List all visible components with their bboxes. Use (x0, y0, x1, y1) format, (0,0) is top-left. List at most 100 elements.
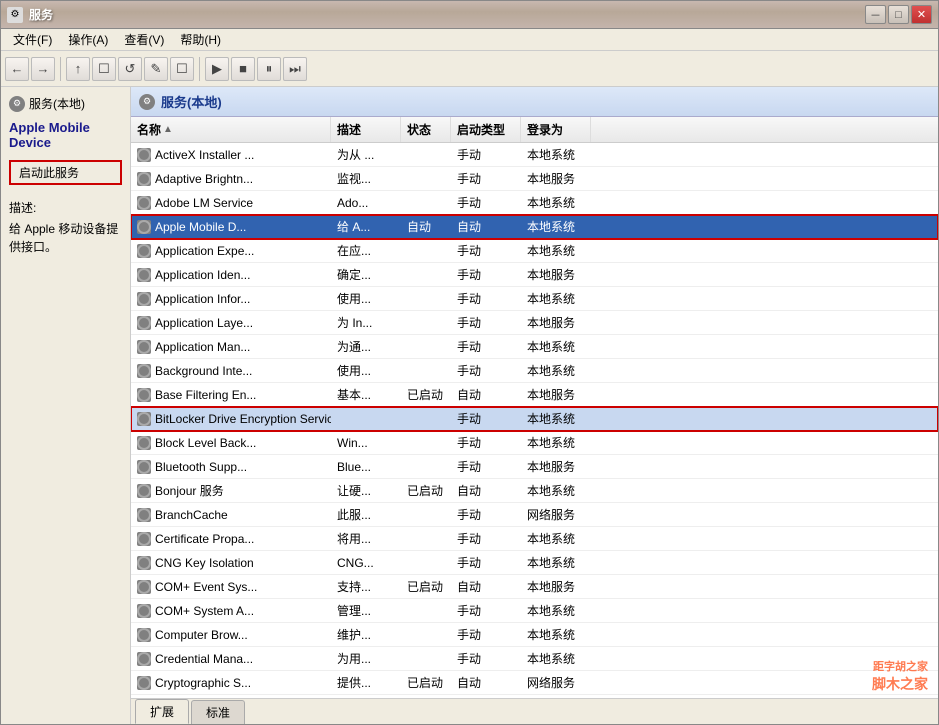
cell-status (401, 503, 451, 526)
table-row[interactable]: Background Inte... 使用... 手动 本地系统 (131, 359, 938, 383)
service-icon (137, 604, 151, 618)
back-button[interactable]: ← (5, 57, 29, 81)
cell-name: Application Expe... (131, 239, 331, 262)
cell-startup: 手动 (451, 143, 521, 166)
service-icon (137, 436, 151, 450)
refresh-button[interactable]: ↺ (118, 57, 142, 81)
col-desc[interactable]: 描述 (331, 117, 401, 142)
table-row[interactable]: COM+ Event Sys... 支持... 已启动 自动 本地服务 (131, 575, 938, 599)
description-label: 描述: (9, 199, 122, 216)
col-status[interactable]: 状态 (401, 117, 451, 142)
start-service-button[interactable]: 启动此服务 (9, 160, 122, 185)
up-button[interactable]: ↑ (66, 57, 90, 81)
cell-startup: 手动 (451, 599, 521, 622)
table-row[interactable]: Bonjour 服务 让硬... 已启动 自动 本地系统 (131, 479, 938, 503)
table-row[interactable]: Computer Brow... 维护... 手动 本地系统 (131, 623, 938, 647)
cell-name: Cryptographic S... (131, 671, 331, 694)
service-icon (137, 676, 151, 690)
cell-status (401, 167, 451, 190)
table-row[interactable]: Application Infor... 使用... 手动 本地系统 (131, 287, 938, 311)
cell-status: 已启动 (401, 575, 451, 598)
col-startup[interactable]: 启动类型 (451, 117, 521, 142)
service-icon (137, 316, 151, 330)
table-row[interactable]: Adaptive Brightn... 监视... 手动 本地服务 (131, 167, 938, 191)
table-row[interactable]: Application Expe... 在应... 手动 本地系统 (131, 239, 938, 263)
table-row[interactable]: Certificate Propa... 将用... 手动 本地系统 (131, 527, 938, 551)
cell-name: ActiveX Installer ... (131, 143, 331, 166)
table-row[interactable]: Bluetooth Supp... Blue... 手动 本地服务 (131, 455, 938, 479)
cell-login: 本地系统 (521, 479, 591, 502)
cell-login: 本地系统 (521, 215, 591, 238)
title-buttons: － □ ✕ (865, 5, 932, 24)
menu-action[interactable]: 操作(A) (60, 29, 116, 50)
tab-extended[interactable]: 扩展 (135, 699, 189, 724)
maximize-button[interactable]: □ (888, 5, 909, 24)
services-icon: ⚙ (9, 96, 25, 112)
play-button[interactable]: ▶ (205, 57, 229, 81)
menu-file[interactable]: 文件(F) (5, 29, 60, 50)
table-row[interactable]: Adobe LM Service Ado... 手动 本地系统 (131, 191, 938, 215)
cell-startup: 自动 (451, 671, 521, 694)
service-icon (137, 652, 151, 666)
cell-desc: 将用... (331, 527, 401, 550)
show-hide-button[interactable]: ☐ (92, 57, 116, 81)
cell-status (401, 407, 451, 430)
cell-startup: 手动 (451, 551, 521, 574)
table-row[interactable]: Application Man... 为通... 手动 本地系统 (131, 335, 938, 359)
cell-desc: 在应... (331, 239, 401, 262)
title-bar-left: ⚙ 服务 (7, 6, 53, 23)
restart-button[interactable]: ⏭ (283, 57, 307, 81)
apple-mobile-device-row[interactable]: Apple Mobile D... 给 A... 自动 自动 本地系统 (131, 215, 938, 239)
cell-startup: 手动 (451, 287, 521, 310)
close-button[interactable]: ✕ (911, 5, 932, 24)
tab-standard[interactable]: 标准 (191, 700, 245, 724)
cell-status (401, 311, 451, 334)
table-row[interactable]: Cryptographic S... 提供... 已启动 自动 网络服务 (131, 671, 938, 695)
export-button[interactable]: ✎ (144, 57, 168, 81)
menu-view[interactable]: 查看(V) (116, 29, 172, 50)
table-row[interactable]: Application Laye... 为 In... 手动 本地服务 (131, 311, 938, 335)
cell-startup: 手动 (451, 527, 521, 550)
cell-startup: 手动 (451, 359, 521, 382)
cell-desc: 确定... (331, 263, 401, 286)
cell-startup: 手动 (451, 311, 521, 334)
col-login[interactable]: 登录为 (521, 117, 591, 142)
cell-login: 本地系统 (521, 239, 591, 262)
service-icon (137, 340, 151, 354)
cell-name: Application Infor... (131, 287, 331, 310)
cell-status: 已启动 (401, 671, 451, 694)
properties-button[interactable]: ☐ (170, 57, 194, 81)
minimize-button[interactable]: － (865, 5, 886, 24)
menu-help[interactable]: 帮助(H) (172, 29, 229, 50)
service-table[interactable]: 名称 ▲ 描述 状态 启动类型 登录为 ActiveX Installer ..… (131, 117, 938, 698)
service-icon (137, 460, 151, 474)
cell-login: 本地服务 (521, 383, 591, 406)
cell-desc: 为用... (331, 647, 401, 670)
service-icon (137, 628, 151, 642)
table-row[interactable]: Base Filtering En... 基本... 已启动 自动 本地服务 (131, 383, 938, 407)
cell-desc: 监视... (331, 167, 401, 190)
forward-button[interactable]: → (31, 57, 55, 81)
bitlocker-row[interactable]: BitLocker Drive Encryption Service 手动 本地… (131, 407, 938, 431)
table-row[interactable]: BranchCache 此服... 手动 网络服务 (131, 503, 938, 527)
table-row[interactable]: CNG Key Isolation CNG... 手动 本地系统 (131, 551, 938, 575)
table-row[interactable]: Block Level Back... Win... 手动 本地系统 (131, 431, 938, 455)
table-row[interactable]: COM+ System A... 管理... 手动 本地系统 (131, 599, 938, 623)
service-icon (137, 220, 151, 234)
cell-status: 已启动 (401, 479, 451, 502)
service-icon (137, 196, 151, 210)
col-name[interactable]: 名称 ▲ (131, 117, 331, 142)
separator-2 (199, 57, 200, 81)
cell-desc: Win... (331, 431, 401, 454)
table-row[interactable]: ActiveX Installer ... 为从 ... 手动 本地系统 (131, 143, 938, 167)
right-panel-icon: ⚙ (139, 94, 155, 110)
right-panel-title: 服务(本地) (161, 92, 222, 111)
stop-button[interactable]: ■ (231, 57, 255, 81)
cell-login: 本地系统 (521, 599, 591, 622)
main-window: ⚙ 服务 － □ ✕ 文件(F) 操作(A) 查看(V) 帮助(H) ← → ↑… (0, 0, 939, 725)
pause-button[interactable]: ⏸ (257, 57, 281, 81)
cell-desc: CNG... (331, 551, 401, 574)
table-row[interactable]: Application Iden... 确定... 手动 本地服务 (131, 263, 938, 287)
table-row[interactable]: Credential Mana... 为用... 手动 本地系统 (131, 647, 938, 671)
description-text: 给 Apple 移动设备提供接口。 (9, 220, 122, 256)
